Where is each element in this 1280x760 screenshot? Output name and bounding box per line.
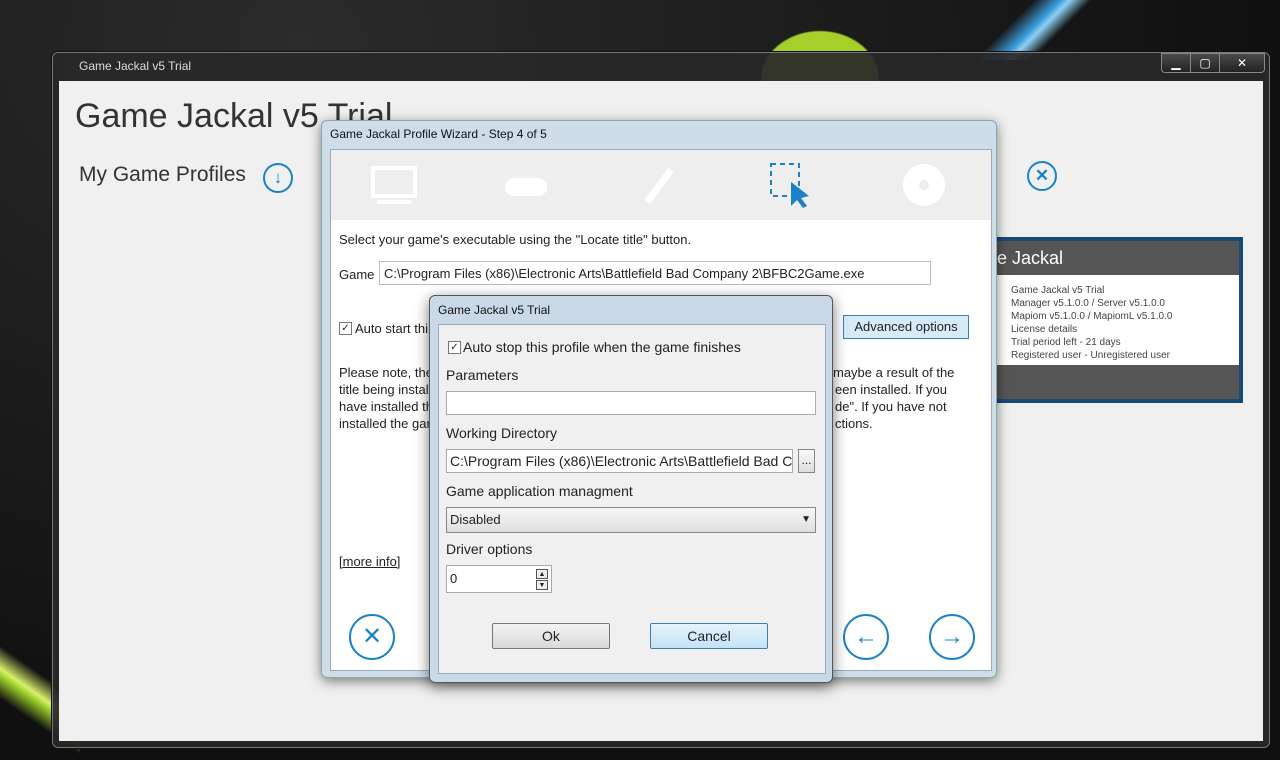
info-panel-header: e Jackal	[997, 241, 1239, 275]
info-line: Game Jackal v5 Trial	[1011, 285, 1105, 296]
note-text: installed the gar	[339, 416, 431, 431]
next-arrow-icon[interactable]: →	[929, 614, 975, 660]
cancel-wizard-icon[interactable]: ✕	[349, 614, 395, 660]
dialog-content: ✓ Auto stop this profile when the game f…	[438, 324, 826, 674]
note-text: de". If you have not	[835, 399, 947, 414]
decrement-icon[interactable]: ▼	[536, 580, 548, 590]
game-app-management-label: Game application managment	[446, 483, 633, 499]
increment-icon[interactable]: ▲	[536, 569, 548, 579]
arrow-down-icon[interactable]: ↓	[263, 163, 293, 193]
info-panel-body: Game Jackal v5 Trial Manager v5.1.0.0 / …	[997, 275, 1239, 365]
select-cursor-icon	[767, 162, 817, 208]
back-arrow-icon[interactable]: ←	[843, 614, 889, 660]
advanced-options-button[interactable]: Advanced options	[843, 315, 969, 339]
working-directory-label: Working Directory	[446, 425, 557, 441]
note-text: een installed. If you	[835, 382, 948, 397]
info-line: Trial period left - 21 days	[1011, 337, 1121, 348]
game-label: Game	[339, 267, 375, 282]
my-game-profiles-heading: My Game Profiles	[79, 163, 246, 186]
info-line: Registered user - Unregistered user	[1011, 350, 1170, 361]
info-line: License details	[1011, 324, 1078, 335]
wallpaper-streak	[980, 0, 1100, 60]
stepper-buttons: ▲ ▼	[536, 569, 548, 591]
parameters-input[interactable]	[446, 391, 816, 415]
note-text: ctions.	[835, 416, 873, 431]
note-text: have installed th	[339, 399, 433, 414]
maximize-button[interactable]: ▢	[1190, 53, 1220, 73]
gamepad-icon	[501, 162, 551, 208]
stepper-value: 0	[450, 571, 458, 586]
select-value: Disabled	[450, 512, 501, 527]
info-line: Manager v5.1.0.0 / Server v5.1.0.0	[1011, 298, 1165, 309]
auto-stop-label: Auto stop this profile when the game fin…	[463, 339, 741, 355]
parameters-label: Parameters	[446, 367, 519, 383]
info-panel: e Jackal Game Jackal v5 Trial Manager v5…	[993, 237, 1243, 403]
disc-icon	[899, 162, 949, 208]
game-app-management-select[interactable]: Disabled ▼	[446, 507, 816, 533]
minimize-button[interactable]: ▁	[1161, 53, 1191, 73]
game-path-field[interactable]: C:\Program Files (x86)\Electronic Arts\B…	[379, 261, 931, 285]
chevron-down-icon: ▼	[801, 514, 811, 525]
browse-button[interactable]: ...	[798, 449, 815, 473]
wizard-instruction: Select your game's executable using the …	[339, 232, 692, 247]
wizard-title: Game Jackal Profile Wizard - Step 4 of 5	[330, 127, 547, 141]
dialog-title: Game Jackal v5 Trial	[438, 303, 551, 317]
auto-start-checkbox[interactable]: ✓	[339, 322, 352, 335]
main-titlebar: Game Jackal v5 Trial ▁ ▢ ✕	[53, 53, 1269, 79]
note-text: title being instal	[339, 382, 429, 397]
window-controls: ▁ ▢ ✕	[1161, 53, 1265, 73]
auto-stop-checkbox[interactable]: ✓	[448, 341, 461, 354]
ok-button[interactable]: Ok	[492, 623, 610, 649]
working-directory-input[interactable]: C:\Program Files (x86)\Electronic Arts\B…	[446, 449, 793, 473]
cancel-button[interactable]: Cancel	[650, 623, 768, 649]
wizard-step-bar	[331, 150, 991, 220]
main-window-title: Game Jackal v5 Trial	[79, 59, 192, 73]
pencil-icon	[635, 162, 685, 208]
info-line: Mapiom v5.1.0.0 / MapiomL v5.1.0.0	[1011, 311, 1173, 322]
advanced-options-dialog: Game Jackal v5 Trial ✓ Auto stop this pr…	[429, 295, 833, 683]
close-circle-icon[interactable]: ✕	[1027, 161, 1057, 191]
monitor-icon	[369, 162, 419, 208]
close-button[interactable]: ✕	[1219, 53, 1265, 73]
more-info-link[interactable]: [more info]	[339, 554, 400, 569]
info-panel-footer	[997, 365, 1239, 399]
auto-start-label: Auto start thi	[355, 321, 428, 336]
note-text: Please note, the	[339, 365, 433, 380]
driver-options-stepper[interactable]: 0 ▲ ▼	[446, 565, 552, 593]
driver-options-label: Driver options	[446, 541, 533, 557]
note-text: maybe a result of the	[833, 365, 955, 380]
